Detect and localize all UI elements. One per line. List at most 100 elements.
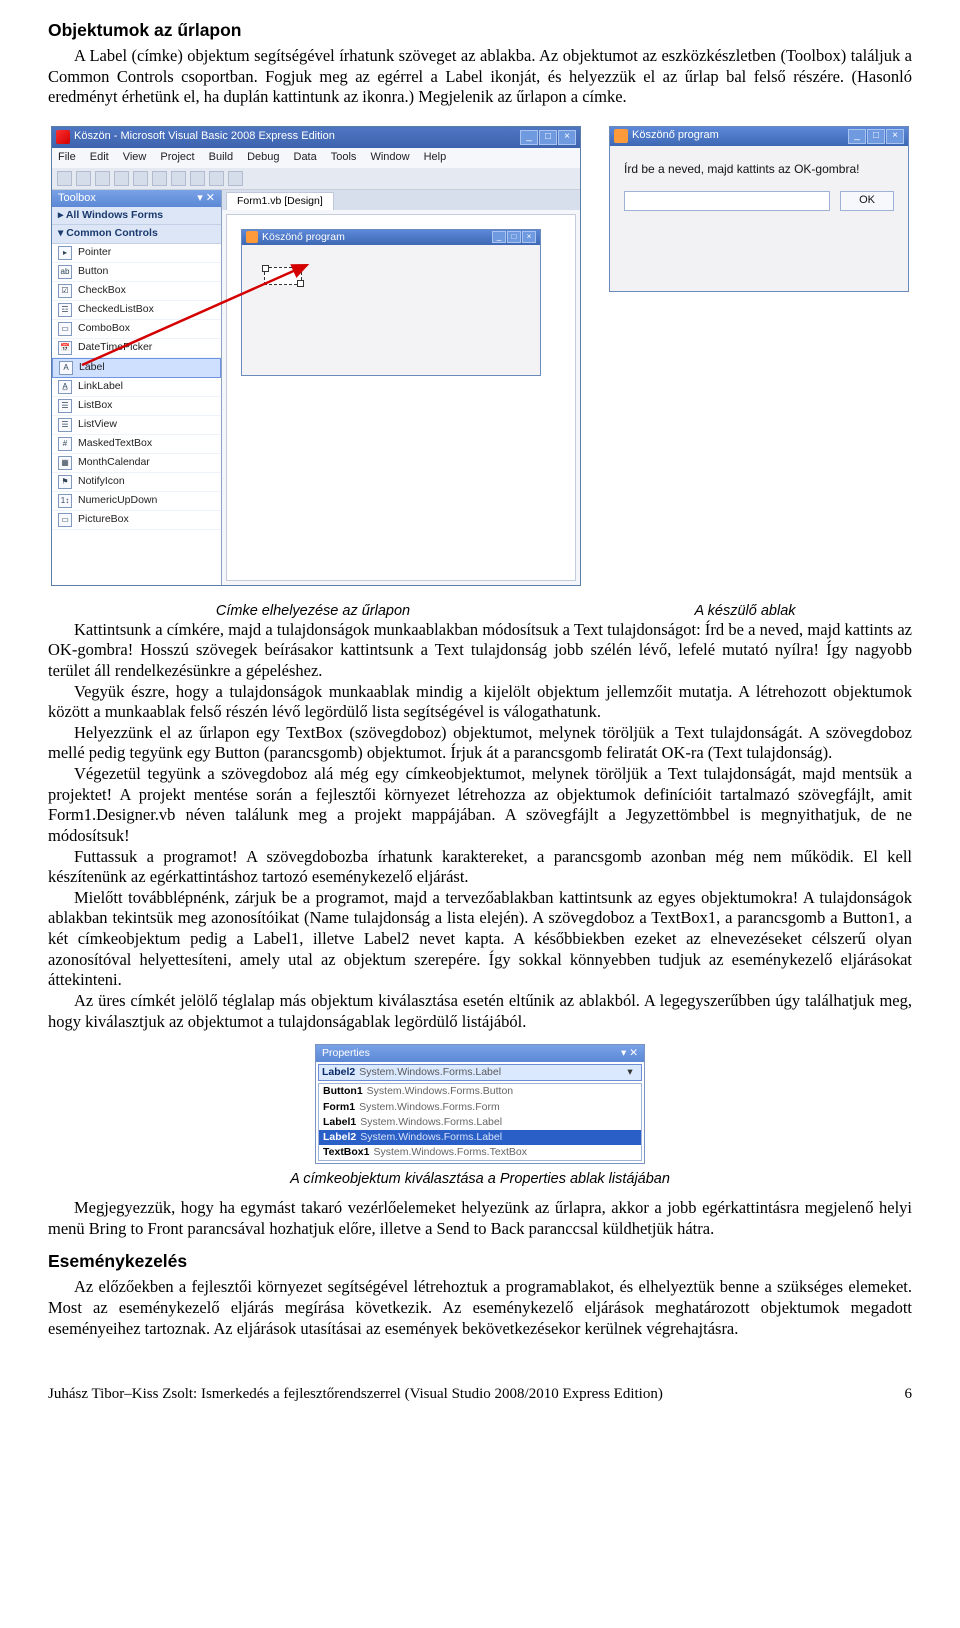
menu-file[interactable]: File: [58, 151, 76, 165]
dropped-label[interactable]: [264, 267, 302, 285]
pointer-icon: ▸: [58, 246, 72, 260]
menu-window[interactable]: Window: [370, 151, 409, 165]
minimize-icon: _: [492, 231, 506, 243]
paragraph: Kattintsunk a címkére, majd a tulajdonsá…: [48, 620, 912, 682]
toolbox-item-label: Button: [78, 265, 108, 278]
maskedtextbox-icon: #: [58, 437, 72, 451]
toolbox-item-label: ListBox: [78, 399, 112, 412]
combobox-icon: ▭: [58, 322, 72, 336]
linklabel-icon: A̲: [58, 380, 72, 394]
toolbox-item-label: ComboBox: [78, 322, 130, 335]
toolbox-item-label[interactable]: ALabel: [52, 358, 221, 378]
mock-form[interactable]: Köszönő program _ □ ×: [241, 229, 541, 376]
listbox-icon: ☰: [58, 399, 72, 413]
props-item-label1[interactable]: Label1System.Windows.Forms.Label: [319, 1115, 641, 1130]
toolbox-item-listbox[interactable]: ☰ ListBox: [52, 397, 221, 416]
ide-screenshot: Köszön - Microsoft Visual Basic 2008 Exp…: [51, 126, 581, 586]
toolbox-item-label: NotifyIcon: [78, 475, 125, 488]
page-footer: Juhász Tibor–Kiss Zsolt: Ismerkedés a fe…: [48, 1385, 912, 1404]
minimize-icon[interactable]: _: [848, 129, 866, 144]
menu-debug[interactable]: Debug: [247, 151, 279, 165]
toolbox-item-label: DateTimePicker: [78, 341, 152, 354]
page-number: 6: [905, 1385, 913, 1404]
ok-button[interactable]: OK: [840, 191, 894, 211]
close-icon[interactable]: ×: [886, 129, 904, 144]
toolbox-item-label: MaskedTextBox: [78, 437, 152, 450]
maximize-icon: □: [507, 231, 521, 243]
prompt-label: Írd be a neved, majd kattints az OK-gomb…: [624, 162, 894, 177]
toolbox-header: Toolbox ▾ ✕: [52, 190, 221, 208]
button-icon: ab: [58, 265, 72, 279]
toolbox-item-label: ListView: [78, 418, 117, 431]
menu-edit[interactable]: Edit: [90, 151, 109, 165]
menu-build[interactable]: Build: [209, 151, 233, 165]
close-icon[interactable]: ×: [558, 130, 576, 145]
name-input[interactable]: [624, 191, 830, 211]
toolbox-item-checkbox[interactable]: ☑ CheckBox: [52, 282, 221, 301]
object-selector[interactable]: Label2 System.Windows.Forms.Label ▾: [318, 1064, 642, 1081]
pin-icon[interactable]: ▾ ✕: [197, 192, 215, 206]
toolbox-item-label: PictureBox: [78, 513, 129, 526]
object-list: Button1System.Windows.Forms.ButtonForm1S…: [318, 1083, 642, 1161]
menu-help[interactable]: Help: [424, 151, 447, 165]
form-icon: [614, 129, 628, 143]
props-item-form1[interactable]: Form1System.Windows.Forms.Form: [319, 1100, 641, 1115]
paragraph: Az előzőekben a fejlesztői környezet seg…: [48, 1277, 912, 1339]
minimize-icon[interactable]: _: [520, 130, 538, 145]
properties-screenshot: Properties ▾ ✕ Label2 System.Windows.For…: [315, 1044, 645, 1164]
figures-row: Köszön - Microsoft Visual Basic 2008 Exp…: [48, 126, 912, 586]
props-item-textbox1[interactable]: TextBox1System.Windows.Forms.TextBox: [319, 1145, 641, 1160]
document-tab: Form1.vb [Design]: [222, 190, 580, 210]
pin-icon[interactable]: ▾ ✕: [621, 1047, 638, 1060]
label-icon: A: [59, 361, 73, 375]
props-item-label2[interactable]: Label2System.Windows.Forms.Label: [319, 1130, 641, 1145]
maximize-icon[interactable]: □: [867, 129, 885, 144]
form-icon: [246, 231, 258, 243]
designer-area: Form1.vb [Design] Köszönő program _ □ ×: [222, 190, 580, 585]
caption-2: A készülő ablak: [578, 602, 912, 620]
toolbox-item-label: Pointer: [78, 246, 111, 259]
menu-tools[interactable]: Tools: [331, 151, 357, 165]
toolbox-item-numericupdown[interactable]: 1↕NumericUpDown: [52, 492, 221, 511]
toolbox-item-datetimepicker[interactable]: 📅DateTimePicker: [52, 339, 221, 358]
ide-title: Köszön - Microsoft Visual Basic 2008 Exp…: [74, 130, 335, 144]
toolbox-item-label: MonthCalendar: [78, 456, 150, 469]
toolbox-item-notifyicon[interactable]: ⚑ NotifyIcon: [52, 473, 221, 492]
toolbox-item-listview[interactable]: ☰ ListView: [52, 416, 221, 435]
window-buttons: _ □ ×: [520, 130, 576, 145]
heading-events: Eseménykezelés: [48, 1251, 912, 1273]
paragraph: Végezetül tegyünk a szövegdoboz alá még …: [48, 764, 912, 847]
menu-data[interactable]: Data: [294, 151, 317, 165]
toolbox-panel: Toolbox ▾ ✕ ▸ All Windows Forms ▾ Common…: [52, 190, 222, 585]
paragraph: Mielőtt továbblépnénk, zárjuk be a progr…: [48, 888, 912, 991]
toolbox-item-combobox[interactable]: ▭ ComboBox: [52, 320, 221, 339]
notifyicon-icon: ⚑: [58, 475, 72, 489]
checkbox-icon: ☑: [58, 284, 72, 298]
toolbox-item-pointer[interactable]: ▸ Pointer: [52, 244, 221, 263]
toolbox-item-checkedlistbox[interactable]: ☲ CheckedListBox: [52, 301, 221, 320]
checkedlistbox-icon: ☲: [58, 303, 72, 317]
menu-project[interactable]: Project: [160, 151, 194, 165]
paragraph-intro: A Label (címke) objektum segítségével ír…: [48, 46, 912, 108]
toolbox-item-button[interactable]: ab Button: [52, 263, 221, 282]
toolbox-item-linklabel[interactable]: A̲LinkLabel: [52, 378, 221, 397]
design-surface[interactable]: Köszönő program _ □ ×: [226, 214, 576, 581]
toolbox-group[interactable]: ▾ Common Controls: [52, 225, 221, 243]
listview-icon: ☰: [58, 418, 72, 432]
toolbox-item-picturebox[interactable]: ▭PictureBox: [52, 511, 221, 530]
toolbox-item-label: CheckedListBox: [78, 303, 154, 316]
maximize-icon[interactable]: □: [539, 130, 557, 145]
ide-titlebar: Köszön - Microsoft Visual Basic 2008 Exp…: [52, 127, 580, 148]
toolbox-item-maskedtextbox[interactable]: # MaskedTextBox: [52, 435, 221, 454]
heading-objects: Objektumok az űrlapon: [48, 20, 912, 42]
tab-form1[interactable]: Form1.vb [Design]: [226, 192, 334, 210]
caption-3: A címkeobjektum kiválasztása a Propertie…: [48, 1170, 912, 1188]
chevron-down-icon[interactable]: ▾: [622, 1066, 638, 1079]
menu-view[interactable]: View: [123, 151, 147, 165]
numericupdown-icon: 1↕: [58, 494, 72, 508]
toolbox-group[interactable]: ▸ All Windows Forms: [52, 207, 221, 225]
props-item-button1[interactable]: Button1System.Windows.Forms.Button: [319, 1084, 641, 1099]
toolbox-item-monthcalendar[interactable]: ▦MonthCalendar: [52, 454, 221, 473]
running-program-screenshot: Köszönő program _ □ × Írd be a neved, ma…: [609, 126, 909, 292]
toolbox-item-label: CheckBox: [78, 284, 126, 297]
